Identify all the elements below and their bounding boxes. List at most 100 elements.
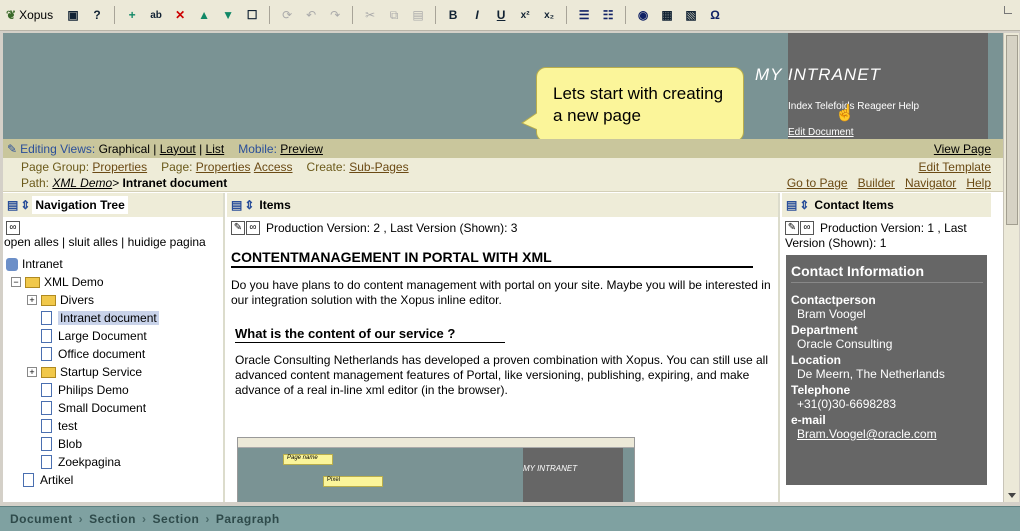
view-list-link[interactable]: List <box>206 142 225 156</box>
navigation-tree-panel: ▤ ⇕ Navigation Tree ∞ open alles | sluit… <box>3 193 225 502</box>
edit-portlet-icon[interactable]: ▤ <box>7 198 18 212</box>
expand-icon[interactable]: + <box>27 295 37 305</box>
undo-button[interactable]: ↶ <box>301 5 321 25</box>
thumbnail-banner-right <box>523 448 623 502</box>
breadcrumb-separator: › <box>78 512 84 526</box>
tree-item[interactable]: Large Document <box>3 327 223 345</box>
contact-email-link[interactable]: Bram.Voogel@oracle.com <box>791 427 983 441</box>
tree-item-label: Zoekpagina <box>58 455 121 469</box>
contact-field-value: De Meern, The Netherlands <box>797 367 945 381</box>
xopus-label: Xopus <box>19 8 54 22</box>
help-button[interactable]: ? <box>87 5 107 25</box>
refresh-button[interactable]: ⟳ <box>277 5 297 25</box>
vertical-scrollbar[interactable] <box>1003 33 1019 502</box>
view-layout-link[interactable]: Layout <box>160 142 196 156</box>
link-icon: ◉ <box>637 8 649 22</box>
breadcrumb-item[interactable]: Section <box>89 512 136 526</box>
navigator-link[interactable]: Navigator <box>905 176 956 190</box>
edit-document-link[interactable]: Edit Document <box>788 127 854 138</box>
page-group-properties-link[interactable]: Properties <box>92 160 147 174</box>
edit-contact-icon[interactable]: ▤ <box>786 198 797 212</box>
bullet-list-button[interactable]: ☰ <box>574 5 594 25</box>
tree-item[interactable]: Artikel <box>3 471 223 489</box>
copy-button[interactable]: ⧉ <box>384 5 404 25</box>
thumbnail-tip-1: Page name <box>283 454 333 465</box>
content-heading[interactable]: CONTENTMANAGEMENT IN PORTAL WITH XML <box>231 249 753 268</box>
collapse-icon[interactable]: − <box>11 277 21 287</box>
properties-button[interactable]: ☐ <box>242 5 262 25</box>
copy-icon: ⧉ <box>389 7 399 22</box>
breadcrumb-item[interactable]: Document <box>10 512 73 526</box>
move-up-button[interactable]: ▲ <box>194 5 214 25</box>
content-subheading[interactable]: What is the content of our service ? <box>235 326 505 343</box>
chain-link-icon[interactable]: ∞ <box>246 221 260 235</box>
move-items-icon[interactable]: ⇕ <box>244 198 254 212</box>
view-page-link[interactable]: View Page <box>934 142 991 156</box>
breadcrumb-item[interactable]: Section <box>153 512 200 526</box>
bold-button[interactable]: B <box>443 5 463 25</box>
edit-items-icon[interactable]: ▤ <box>231 198 242 212</box>
view-graphical[interactable]: Graphical <box>99 142 150 156</box>
toolbar-separator <box>352 6 354 24</box>
builder-link[interactable]: Builder <box>858 176 895 190</box>
underline-button[interactable]: U <box>491 5 511 25</box>
body-paragraph[interactable]: Oracle Consulting Netherlands has develo… <box>235 353 776 398</box>
tree-item[interactable]: + Divers <box>3 291 223 309</box>
numbered-list-button[interactable]: ☷ <box>598 5 618 25</box>
contact-field-value: Oracle Consulting <box>797 337 893 351</box>
xopus-menu-button[interactable]: ❦ Xopus <box>6 8 53 22</box>
tree-expand-links[interactable]: open alles | sluit alles | huidige pagin… <box>3 235 223 249</box>
edit-template-link[interactable]: Edit Template <box>919 160 992 174</box>
create-subpages-link[interactable]: Sub-Pages <box>349 160 408 174</box>
intro-paragraph[interactable]: Do you have plans to do content manageme… <box>231 278 776 308</box>
go-to-page-link[interactable]: Go to Page <box>787 176 848 190</box>
tree-item[interactable]: + Startup Service <box>3 363 223 381</box>
insert-element-button[interactable]: + <box>122 5 142 25</box>
tree-item[interactable]: − XML Demo <box>3 273 223 291</box>
resize-corner-icon <box>1004 6 1012 14</box>
help-link[interactable]: Help <box>966 176 991 190</box>
bold-icon: B <box>448 8 458 22</box>
superscript-button[interactable]: x² <box>515 5 535 25</box>
subscript-button[interactable]: x₂ <box>539 5 559 25</box>
insert-attribute-button[interactable]: ab <box>146 5 166 25</box>
symbol-icon: Ω <box>710 8 720 22</box>
scroll-down-arrow-icon[interactable] <box>1008 493 1016 498</box>
page-properties-link[interactable]: Properties <box>196 160 251 174</box>
image-button[interactable]: ▧ <box>681 5 701 25</box>
tree-item[interactable]: Small Document <box>3 399 223 417</box>
link-button[interactable]: ◉ <box>633 5 653 25</box>
delete-button[interactable]: ✕ <box>170 5 190 25</box>
chain-link-icon[interactable]: ∞ <box>6 221 20 235</box>
move-down-button[interactable]: ▼ <box>218 5 238 25</box>
paste-button[interactable]: ▤ <box>408 5 428 25</box>
mobile-preview-link[interactable]: Preview <box>280 142 323 156</box>
edit-pencil-icon[interactable]: ✎ <box>231 221 245 235</box>
tree-item[interactable]: Office document <box>3 345 223 363</box>
tree-item-label: Divers <box>60 293 95 307</box>
expand-icon[interactable]: + <box>27 367 37 377</box>
contact-field-value: +31(0)30-6698283 <box>797 397 897 411</box>
path-xml-demo-link[interactable]: XML Demo <box>52 176 112 190</box>
save-button[interactable]: ▣ <box>63 5 83 25</box>
tree-item[interactable]: Intranet document <box>3 309 223 327</box>
chain-link-icon[interactable]: ∞ <box>800 221 814 235</box>
tree-item[interactable]: test <box>3 417 223 435</box>
redo-button[interactable]: ↷ <box>325 5 345 25</box>
tree-item[interactable]: Intranet <box>3 255 223 273</box>
tree-item[interactable]: Blob <box>3 435 223 453</box>
tree-item-label: Office document <box>58 347 146 361</box>
cut-button[interactable]: ✂ <box>360 5 380 25</box>
edit-pencil-icon[interactable]: ✎ <box>785 221 799 235</box>
move-contact-icon[interactable]: ⇕ <box>799 198 809 212</box>
tree-item[interactable]: Zoekpagina <box>3 453 223 471</box>
italic-button[interactable]: I <box>467 5 487 25</box>
redo-icon: ↷ <box>330 8 341 22</box>
page-access-link[interactable]: Access <box>254 160 293 174</box>
table-button[interactable]: ▦ <box>657 5 677 25</box>
tree-item[interactable]: Philips Demo <box>3 381 223 399</box>
breadcrumb-item[interactable]: Paragraph <box>216 512 280 526</box>
move-portlet-icon[interactable]: ⇕ <box>20 198 30 212</box>
scrollbar-thumb[interactable] <box>1006 35 1018 225</box>
symbol-button[interactable]: Ω <box>705 5 725 25</box>
